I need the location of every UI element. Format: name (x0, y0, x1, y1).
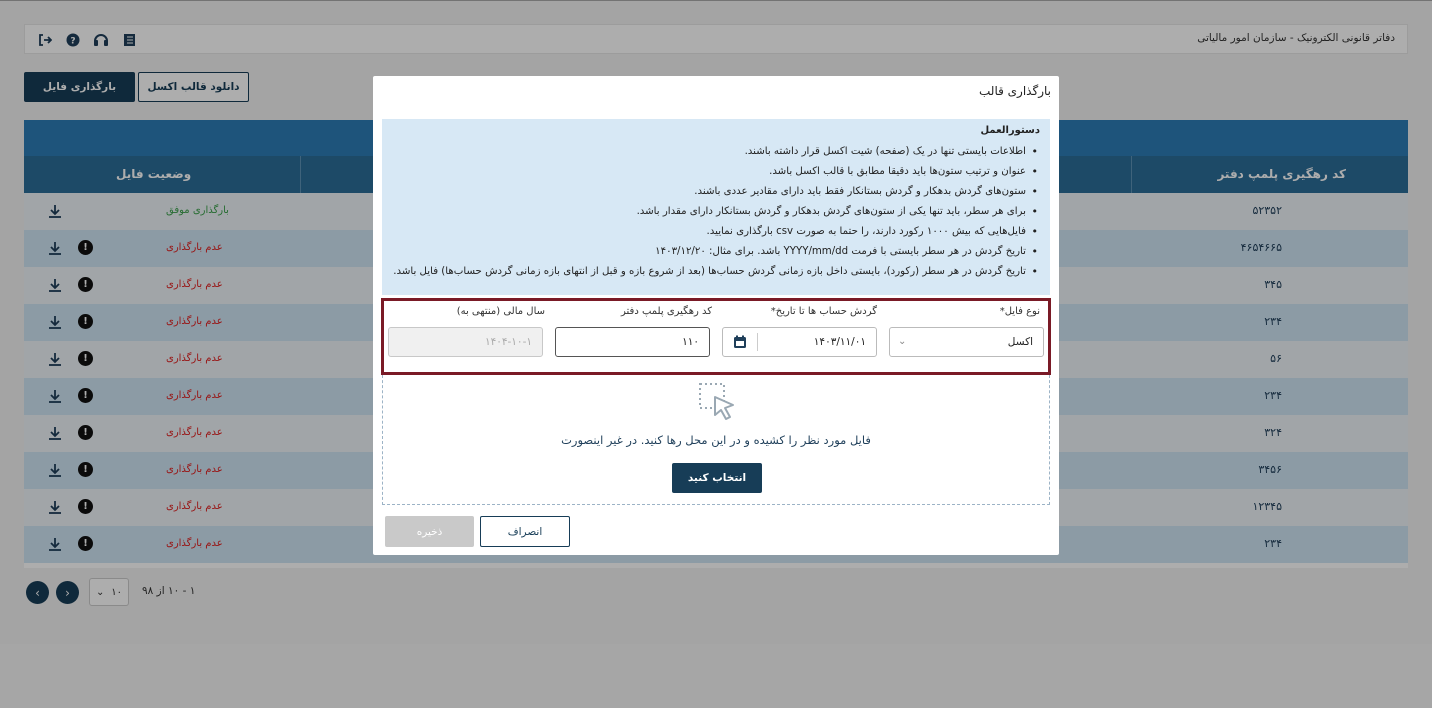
save-button[interactable]: ذخیره (385, 516, 474, 547)
instruction-item: عنوان و ترتیب ستون‌ها باید دقیقا مطابق ب… (392, 162, 1040, 182)
instruction-item: تاریخ گردش در هر سطر بایستی با فرمت YYYY… (392, 242, 1040, 262)
file-type-value: اکسل (1007, 336, 1033, 348)
chevron-down-icon: ⌄ (898, 336, 907, 347)
date-label: گردش حساب ها تا تاریخ* (770, 306, 877, 317)
fiscal-year-field: ۱۴۰۴-۱۰-۱ (388, 327, 543, 357)
instruction-item: تاریخ گردش در هر سطر (رکورد)، بایستی داخ… (392, 262, 1040, 282)
drop-instruction: فایل مورد نظر را کشیده و در این محل رها … (561, 433, 871, 447)
book-code-input[interactable]: ۱۱۰ (555, 327, 710, 357)
book-code-value: ۱۱۰ (682, 336, 699, 348)
drag-drop-icon (699, 383, 734, 420)
form-fields-group: نوع فایل* ⌄ اکسل گردش حساب ها تا تاریخ* … (381, 298, 1051, 375)
instructions-panel: دستورالعمل اطلاعات بایستی تنها در یک (صف… (382, 119, 1050, 295)
modal-title: بارگذاری قالب (979, 84, 1051, 98)
date-value: ۱۴۰۳/۱۱/۰۱ (813, 336, 866, 348)
calendar-icon[interactable] (733, 335, 747, 349)
file-type-select[interactable]: ⌄ اکسل (889, 327, 1044, 357)
fiscal-year-value: ۱۴۰۴-۱۰-۱ (484, 336, 532, 348)
upload-template-modal: بارگذاری قالب دستورالعمل اطلاعات بایستی … (373, 76, 1059, 555)
choose-file-button[interactable]: انتخاب کنید (672, 463, 762, 493)
file-type-label: نوع فایل* (999, 306, 1040, 317)
instructions-list: اطلاعات بایستی تنها در یک (صفحه) شیت اکس… (392, 142, 1040, 282)
instruction-item: ستون‌های گردش بدهکار و گردش بستانکار فقط… (392, 182, 1040, 202)
instruction-item: برای هر سطر، باید تنها یکی از ستون‌های گ… (392, 202, 1040, 222)
fiscal-year-label: سال مالی (منتهی به) (456, 306, 545, 317)
file-drop-zone[interactable]: فایل مورد نظر را کشیده و در این محل رها … (382, 375, 1050, 505)
instructions-title: دستورالعمل (980, 125, 1040, 136)
date-field[interactable]: ۱۴۰۳/۱۱/۰۱ (722, 327, 877, 357)
field-divider (757, 333, 758, 351)
cancel-button[interactable]: انصراف (480, 516, 570, 547)
instruction-item: اطلاعات بایستی تنها در یک (صفحه) شیت اکس… (392, 142, 1040, 162)
book-code-label: کد رهگیری پلمپ دفتر (621, 306, 712, 317)
instruction-item: فایل‌هایی که بیش ۱۰۰۰ رکورد دارند، را حت… (392, 222, 1040, 242)
